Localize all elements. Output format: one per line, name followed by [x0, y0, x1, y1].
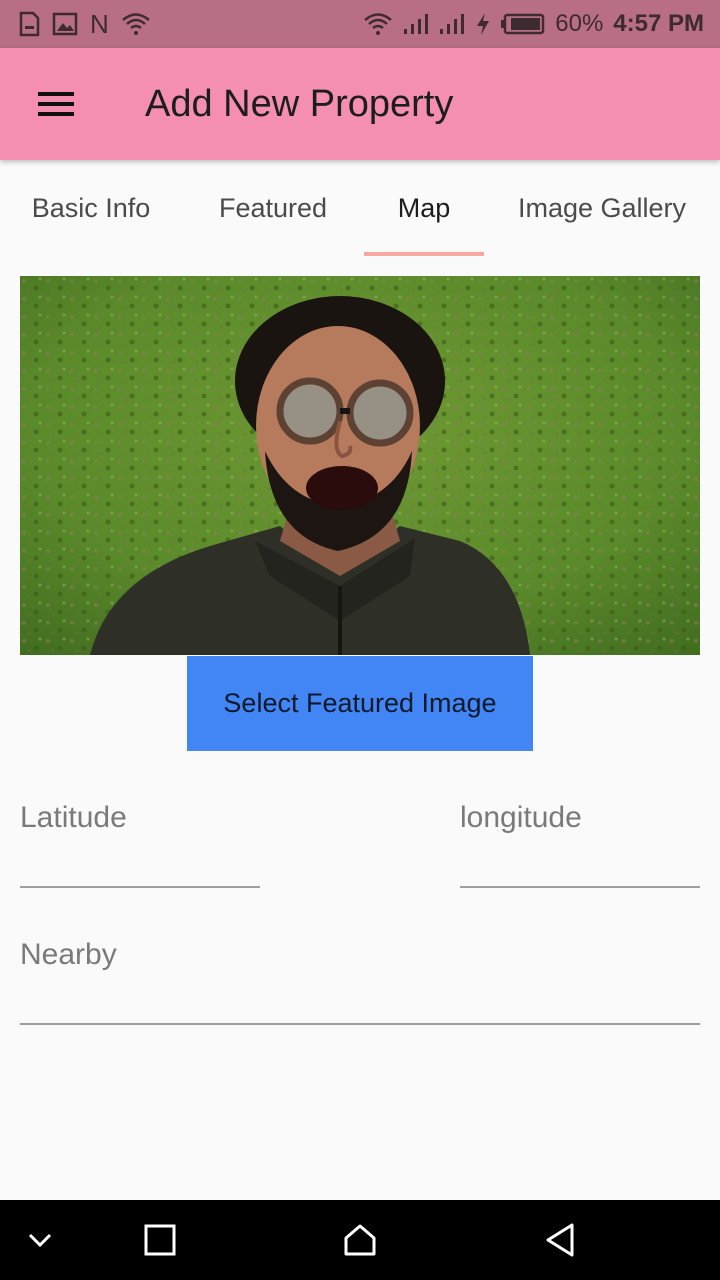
tab-basic-info[interactable]: Basic Info [0, 160, 182, 256]
nearby-label: Nearby [20, 938, 117, 971]
longitude-underline [460, 886, 700, 888]
collapse-button[interactable] [0, 1200, 80, 1280]
signal-icon-2 [439, 13, 465, 35]
hamburger-menu-icon [38, 92, 74, 116]
status-time: 4:57 PM [613, 10, 704, 37]
menu-button[interactable] [0, 48, 112, 160]
wifi-icon [363, 12, 393, 36]
back-button[interactable] [520, 1200, 600, 1280]
latitude-underline [20, 886, 260, 888]
battery-icon [501, 13, 545, 35]
nearby-underline [20, 1023, 700, 1025]
navigation-bar [0, 1200, 720, 1280]
tab-map[interactable]: Map [364, 160, 484, 256]
charging-icon [475, 12, 491, 36]
latitude-input[interactable] [20, 841, 260, 881]
battery-percent: 60% [555, 10, 604, 37]
status-left-icons: N [18, 11, 151, 37]
sim-card-icon [18, 11, 40, 37]
home-button[interactable] [320, 1200, 400, 1280]
back-icon [546, 1223, 574, 1257]
status-bar: N 60% 4:57 PM [0, 0, 720, 48]
tab-label: Image Gallery [517, 192, 687, 223]
page-title: Add New Property [145, 82, 454, 125]
latitude-field[interactable]: Latitude [20, 795, 260, 890]
tab-image-gallery[interactable]: Image Gallery [484, 160, 720, 256]
longitude-field[interactable]: longitude [460, 795, 700, 890]
status-right-icons: 60% 4:57 PM [363, 10, 704, 38]
recents-icon [144, 1224, 176, 1256]
longitude-input[interactable] [460, 841, 700, 881]
collapse-icon [28, 1233, 52, 1248]
recents-button[interactable] [120, 1200, 200, 1280]
nearby-field[interactable]: Nearby [20, 932, 700, 1027]
home-icon [344, 1224, 376, 1256]
wifi-question-icon [121, 12, 151, 36]
image-icon [52, 12, 78, 36]
tab-indicator [364, 252, 484, 256]
tab-bar: Basic Info Featured Map Image Gallery [0, 160, 720, 256]
featured-image [20, 276, 700, 655]
latitude-label: Latitude [20, 801, 127, 834]
n-icon: N [90, 9, 109, 39]
select-featured-image-button[interactable]: Select Featured Image [187, 656, 533, 751]
tab-label: Basic Info [31, 192, 151, 223]
signal-icon [403, 13, 429, 35]
nearby-input[interactable] [20, 978, 700, 1018]
tab-featured[interactable]: Featured [182, 160, 364, 256]
tab-label: Featured [218, 192, 328, 223]
app-bar: Add New Property [0, 48, 720, 160]
longitude-label: longitude [460, 801, 582, 834]
tab-label: Map [397, 192, 451, 223]
